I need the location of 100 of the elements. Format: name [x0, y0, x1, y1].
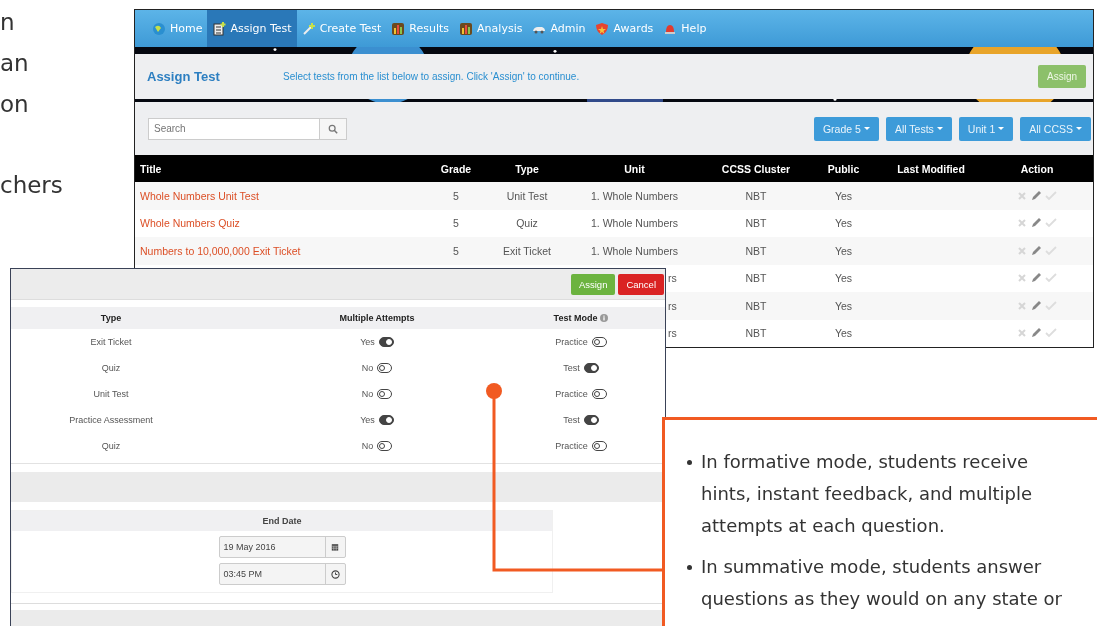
toggle-switch[interactable]	[583, 363, 599, 373]
table-cell: Exit Ticket	[90, 337, 132, 347]
test-title-link[interactable]: Numbers to 10,000,000 Exit Ticket	[140, 244, 301, 257]
toggle-label: No	[361, 389, 374, 399]
column-header: Action	[981, 155, 1093, 182]
table-cell: 1. Whole Numbers	[591, 217, 678, 230]
table-cell: NBT	[745, 299, 767, 312]
nav-item[interactable]: Help	[658, 10, 712, 47]
filter-dropdown[interactable]: All CCSS	[1020, 116, 1091, 141]
table-cell: NBT	[745, 217, 767, 230]
assign-button[interactable]: Assign	[1038, 65, 1086, 88]
assign-button[interactable]: Assign	[570, 273, 616, 295]
column-header: Multiple Attempts	[339, 313, 415, 323]
table-cell: NBT	[745, 244, 767, 257]
callout-text: In formative mode, students receive hints, instant feedback, and multiple attempts at each question.	[701, 450, 1032, 538]
toggle-switch[interactable]	[378, 337, 394, 347]
table-cell: NBT	[745, 272, 767, 285]
check-icon[interactable]	[1045, 273, 1057, 284]
table-cell: Exit Ticket	[503, 244, 551, 257]
column-header: Type	[100, 313, 122, 323]
wand-icon	[301, 21, 316, 36]
check-icon[interactable]	[1045, 245, 1057, 256]
pencil-icon[interactable]	[1030, 327, 1042, 340]
table-cell: 1. Whole Numbers	[591, 244, 678, 257]
column-header: Unit	[563, 155, 706, 182]
toggle-label: Test	[563, 415, 580, 425]
toggle-label: No	[361, 363, 374, 373]
toggle-switch[interactable]	[583, 415, 599, 425]
time-field[interactable]: 03:45 PM	[218, 563, 346, 585]
column-header: CCSS Cluster	[706, 155, 806, 182]
toggle-label: Practice	[555, 441, 588, 451]
test-title-link[interactable]: Whole Numbers Quiz	[140, 217, 240, 230]
toggle-label: Practice	[555, 389, 588, 399]
table-cell: rs	[668, 299, 677, 312]
table-cell: Yes	[834, 272, 853, 285]
date-field[interactable]: 19 May 2016	[218, 536, 346, 558]
callout-text: In summative mode, students answer questions as they would on any state or	[701, 555, 1062, 611]
column-header: Grade	[421, 155, 491, 182]
column-header: Last Modified	[881, 155, 981, 182]
table-cell: Yes	[834, 217, 853, 230]
filter-dropdown[interactable]: Unit 1	[958, 116, 1014, 141]
clock-icon	[330, 569, 340, 579]
pencil-icon[interactable]	[1030, 244, 1042, 257]
table-cell: Yes	[834, 299, 853, 312]
toggle-switch[interactable]	[378, 415, 394, 425]
nav-item[interactable]: Admin	[527, 10, 591, 47]
caret-icon	[1076, 127, 1082, 130]
table-cell: rs	[668, 327, 677, 340]
pencil-icon[interactable]	[1030, 299, 1042, 312]
table-cell: Practice Assessment	[69, 415, 153, 425]
check-icon[interactable]	[1045, 190, 1057, 201]
bullet-icon	[687, 460, 692, 465]
pencil-icon[interactable]	[1030, 189, 1042, 202]
toggle-label: Yes	[360, 337, 375, 347]
pencil-icon[interactable]	[1030, 217, 1042, 230]
calendar-icon	[331, 543, 339, 551]
caret-icon	[998, 127, 1005, 130]
table-cell: Quiz	[516, 217, 538, 230]
bullet-icon	[687, 565, 692, 570]
table-cell: 1. Whole Numbers	[591, 189, 678, 202]
table-cell: 5	[453, 217, 459, 230]
globe-icon	[152, 21, 166, 36]
check-icon[interactable]	[1045, 328, 1057, 339]
caret-icon	[936, 127, 943, 130]
search-button[interactable]	[319, 117, 347, 140]
chart-icon	[391, 21, 406, 36]
instruction-text: Select tests from the list below to assign. Click 'Assign' to continue.	[283, 71, 581, 82]
clipboard-icon	[212, 21, 227, 36]
column-header: Test Mode	[553, 313, 598, 323]
pencil-icon[interactable]	[1030, 272, 1042, 285]
caret-icon	[863, 127, 870, 130]
filter-dropdown[interactable]: Grade 5	[813, 116, 879, 141]
section-heading: End Date	[262, 516, 302, 526]
cancel-button[interactable]: Cancel	[618, 273, 664, 295]
nav-item[interactable]: Home	[147, 10, 208, 47]
test-title-link[interactable]: Whole Numbers Unit Test	[140, 189, 259, 202]
nav-item[interactable]: Assign Test	[207, 10, 297, 47]
table-cell: Quiz	[101, 363, 121, 373]
column-header: Type	[491, 155, 563, 182]
search-field[interactable]: Search	[148, 117, 319, 140]
chart-icon	[459, 21, 474, 36]
nav-item[interactable]: Results	[386, 10, 455, 47]
check-icon[interactable]	[1045, 218, 1057, 229]
nav-item[interactable]: Create Test	[296, 10, 387, 47]
table-cell: Unit Test	[93, 389, 129, 399]
nav-item[interactable]: Analysis	[454, 10, 528, 47]
table-cell: rs	[668, 272, 677, 285]
table-cell: Quiz	[101, 441, 121, 451]
info-icon[interactable]	[600, 314, 609, 322]
search-icon	[328, 123, 338, 134]
table-cell: Unit Test	[506, 189, 548, 202]
shield-icon	[595, 21, 610, 36]
body-text: n an on	[0, 8, 30, 119]
toggle-label: Practice	[555, 337, 588, 347]
toggle-label: Test	[563, 363, 580, 373]
toggle-label: Yes	[360, 415, 375, 425]
filter-dropdown[interactable]: All Tests	[885, 116, 952, 141]
table-cell: Yes	[834, 327, 853, 340]
nav-item[interactable]: Awards	[590, 10, 659, 47]
check-icon[interactable]	[1045, 300, 1057, 311]
